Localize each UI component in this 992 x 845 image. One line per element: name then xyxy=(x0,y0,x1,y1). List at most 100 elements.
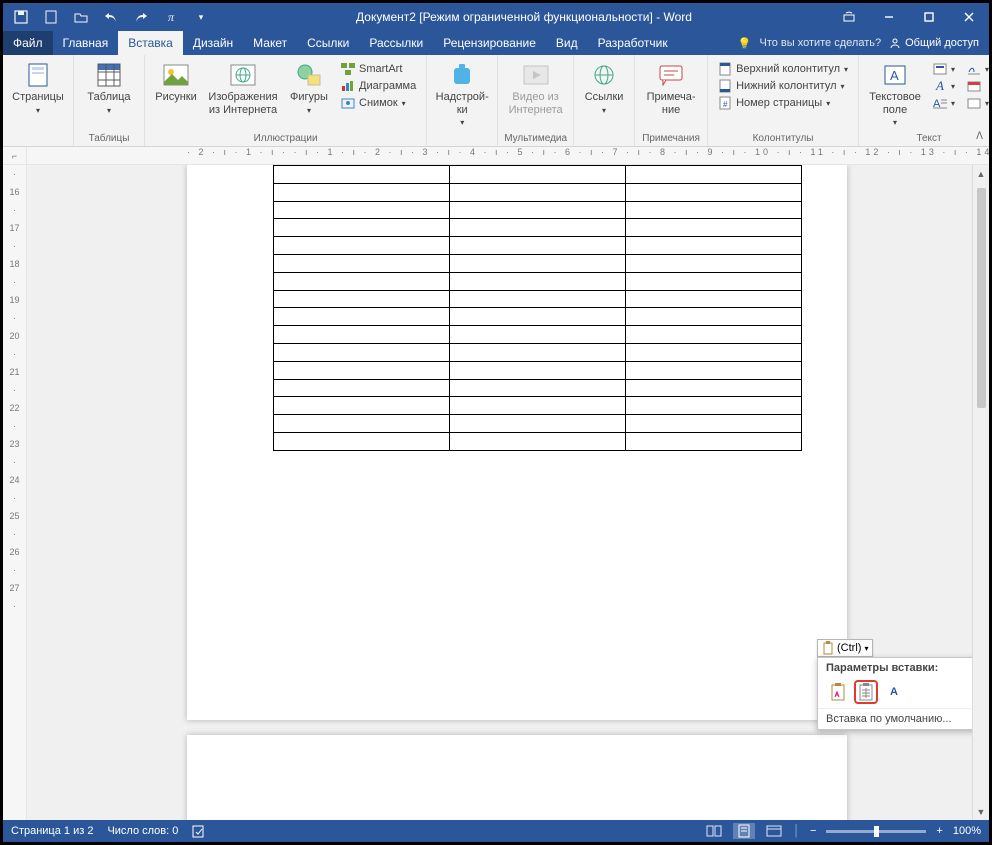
zoom-out-button[interactable]: − xyxy=(808,825,818,837)
zoom-in-button[interactable]: + xyxy=(934,825,944,837)
screenshot-button[interactable]: Снимок ▾ xyxy=(337,95,420,111)
group-tables: Таблица▾ Таблицы xyxy=(74,55,145,146)
online-pictures-button[interactable]: Изображения из Интернета xyxy=(205,59,281,116)
comment-button[interactable]: Примеча-ние xyxy=(641,59,701,116)
object-button[interactable]: ▾ xyxy=(963,95,992,111)
bulb-icon: 💡 xyxy=(738,37,752,50)
group-media: Видео из Интернета Мультимедиа xyxy=(498,55,574,146)
view-web-icon[interactable] xyxy=(763,823,785,839)
view-read-icon[interactable] xyxy=(703,823,725,839)
proofing-icon[interactable] xyxy=(192,824,206,838)
group-label-hf: Колонтитулы xyxy=(753,133,814,144)
page-1[interactable] xyxy=(187,165,847,720)
collapse-ribbon-icon[interactable]: ᐱ xyxy=(976,131,983,142)
document-table[interactable] xyxy=(273,165,802,451)
tab-references[interactable]: Ссылки xyxy=(297,31,359,55)
ribbon-options-icon[interactable] xyxy=(829,3,869,31)
paste-options-menu: Параметры вставки: A Вставка по умолчани… xyxy=(817,657,977,730)
quick-access-toolbar: π ▾ xyxy=(3,9,219,25)
shapes-button[interactable]: Фигуры▾ xyxy=(285,59,333,115)
header-button[interactable]: Верхний колонтитул ▾ xyxy=(714,61,852,77)
tab-developer[interactable]: Разработчик xyxy=(588,31,678,55)
equation-icon[interactable]: π xyxy=(163,9,179,25)
tab-mailings[interactable]: Рассылки xyxy=(359,31,433,55)
group-text: A Текстовое поле▾ ▾ A▾ A▾ ▾ ▾ Текст xyxy=(859,55,992,146)
group-label-text: Текст xyxy=(916,133,941,144)
svg-text:#: # xyxy=(723,100,728,109)
pictures-button[interactable]: Рисунки xyxy=(151,59,201,104)
page-2[interactable] xyxy=(187,735,847,820)
title-bar: π ▾ Документ2 [Режим ограниченной функци… xyxy=(3,3,989,31)
group-addins: Надстрой-ки▾ xyxy=(427,55,498,146)
window-title: Документ2 [Режим ограниченной функционал… xyxy=(219,10,829,24)
scroll-thumb[interactable] xyxy=(977,188,986,408)
status-bar: Страница 1 из 2 Число слов: 0 │ − + 100% xyxy=(3,820,989,842)
new-doc-icon[interactable] xyxy=(43,9,59,25)
datetime-button[interactable] xyxy=(963,78,992,94)
save-icon[interactable] xyxy=(13,9,29,25)
paste-default-button[interactable]: Вставка по умолчанию... xyxy=(818,708,976,729)
pagenum-button[interactable]: #Номер страницы ▾ xyxy=(714,95,852,111)
group-label-tables: Таблицы xyxy=(89,133,130,144)
tab-insert[interactable]: Вставка xyxy=(118,31,183,55)
scroll-up-icon[interactable]: ▲ xyxy=(973,165,989,182)
scrollbar-vertical[interactable]: ▲ ▼ xyxy=(972,165,989,820)
tab-file[interactable]: Файл xyxy=(3,31,53,55)
status-words[interactable]: Число слов: 0 xyxy=(107,825,178,837)
share-button[interactable]: Общий доступ xyxy=(889,37,979,49)
dropcap-button[interactable]: A▾ xyxy=(929,95,959,111)
textbox-button[interactable]: A Текстовое поле▾ xyxy=(865,59,925,127)
sigline-button[interactable]: ▾ xyxy=(963,61,992,77)
tab-layout[interactable]: Макет xyxy=(243,31,297,55)
maximize-icon[interactable] xyxy=(909,3,949,31)
smartart-button[interactable]: SmartArt xyxy=(337,61,420,77)
wordart-button[interactable]: A▾ xyxy=(929,78,959,94)
tab-review[interactable]: Рецензирование xyxy=(433,31,546,55)
group-links: Ссылки▾ xyxy=(574,55,635,146)
group-label-comments: Примечания xyxy=(642,133,700,144)
paste-option-keep-source[interactable] xyxy=(826,680,850,704)
open-icon[interactable] xyxy=(73,9,89,25)
clipboard-icon xyxy=(822,641,834,655)
zoom-slider[interactable] xyxy=(826,830,926,833)
tab-view[interactable]: Вид xyxy=(546,31,588,55)
close-icon[interactable] xyxy=(949,3,989,31)
table-icon xyxy=(95,61,123,89)
ruler-horizontal[interactable]: ⌐ · 2 · ı · 1 · ı · · ı · 1 · ı · 2 · ı … xyxy=(3,147,989,165)
ruler-vertical[interactable]: ·16·17·18·19·20·21·22·23·24·25·26·27· xyxy=(3,165,27,820)
scroll-down-icon[interactable]: ▼ xyxy=(973,803,989,820)
pages-button[interactable]: Страницы▾ xyxy=(9,59,67,115)
footer-button[interactable]: Нижний колонтитул ▾ xyxy=(714,78,852,94)
redo-icon[interactable] xyxy=(133,9,149,25)
links-button[interactable]: Ссылки▾ xyxy=(580,59,628,115)
work-area: ·16·17·18·19·20·21·22·23·24·25·26·27· (C… xyxy=(3,165,989,820)
quickparts-icon xyxy=(933,62,947,76)
link-icon xyxy=(590,61,618,89)
chart-button[interactable]: Диаграмма xyxy=(337,78,420,94)
ribbon-tabs: Файл Главная Вставка Дизайн Макет Ссылки… xyxy=(3,31,989,55)
qat-customize-icon[interactable]: ▾ xyxy=(193,9,209,25)
status-page[interactable]: Страница 1 из 2 xyxy=(11,825,93,837)
signature-icon xyxy=(967,62,981,76)
zoom-level[interactable]: 100% xyxy=(953,825,981,837)
view-print-icon[interactable] xyxy=(733,823,755,839)
addins-button[interactable]: Надстрой-ки▾ xyxy=(433,59,491,127)
datetime-icon xyxy=(967,79,981,93)
table-button[interactable]: Таблица▾ xyxy=(80,59,138,115)
document-canvas[interactable]: (Ctrl)▾ Параметры вставки: A Вставка по … xyxy=(27,165,989,820)
paste-option-merge[interactable] xyxy=(854,680,878,704)
undo-icon[interactable] xyxy=(103,9,119,25)
svg-text:A: A xyxy=(933,98,941,109)
shapes-icon xyxy=(295,61,323,89)
tell-me-input[interactable]: Что вы хотите сделать? xyxy=(759,37,881,49)
minimize-icon[interactable] xyxy=(869,3,909,31)
page-icon xyxy=(24,61,52,89)
tab-design[interactable]: Дизайн xyxy=(183,31,243,55)
chart-icon xyxy=(341,79,355,93)
pictures-icon xyxy=(162,61,190,89)
paste-option-text-only[interactable]: A xyxy=(882,680,906,704)
tab-home[interactable]: Главная xyxy=(53,31,119,55)
video-icon xyxy=(522,61,550,89)
paste-options-button[interactable]: (Ctrl)▾ xyxy=(817,639,873,657)
quickparts-button[interactable]: ▾ xyxy=(929,61,959,77)
